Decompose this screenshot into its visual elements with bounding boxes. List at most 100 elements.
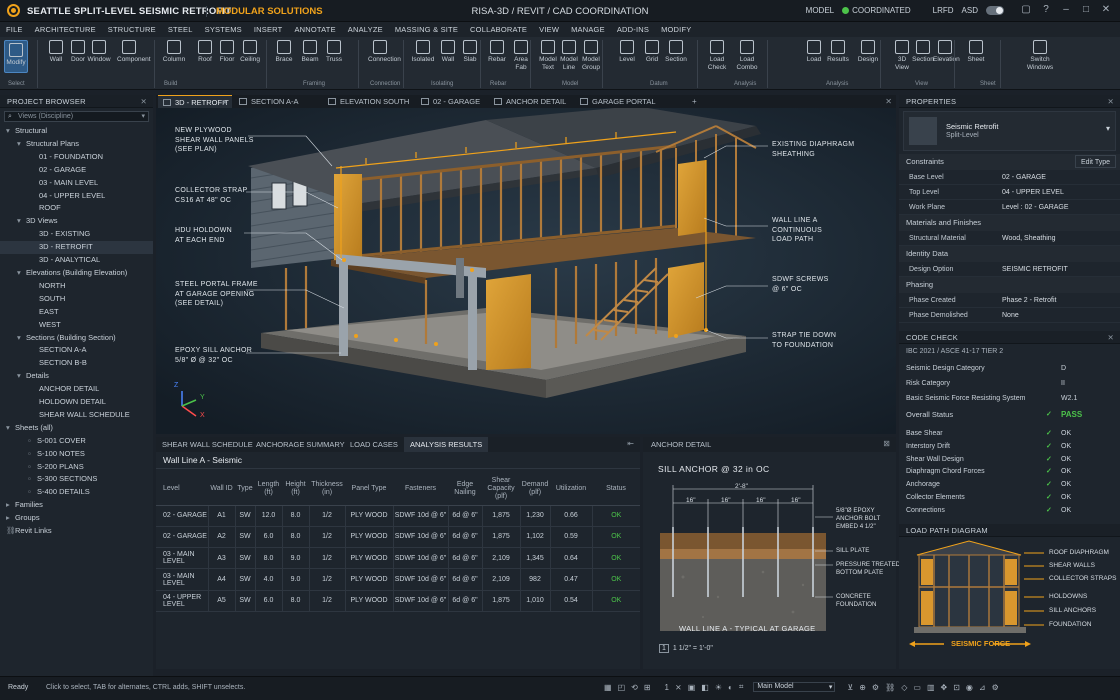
schedule-tab-load-cases[interactable]: LOAD CASES [350,437,398,452]
column-header[interactable]: Panel Type [345,473,393,506]
column-header[interactable]: Thickness (in) [309,473,345,506]
column-header[interactable]: Status [592,473,640,506]
property-section-header[interactable]: Constraints Edit Type [899,154,1120,170]
model-group-button[interactable]: Model Group [579,40,603,72]
menu-add-ins[interactable]: ADD-INS [611,22,655,37]
anchor-detail-tab[interactable]: ANCHOR DETAIL [651,437,711,452]
property-row[interactable]: Phase Demolished None [899,308,1120,323]
slab-button[interactable]: Slab [458,40,482,64]
tree-expander-icon[interactable]: ▸ [6,499,15,512]
tree-item[interactable]: 02 - GARAGE [0,164,153,177]
tree-item[interactable]: 3D - RETROFIT [0,241,153,255]
tree-expander-icon[interactable]: ▾ [17,332,26,345]
grid-button[interactable]: Grid [640,40,664,64]
tree-expander-icon[interactable]: ▾ [6,422,15,435]
tree-item[interactable]: NORTH [0,280,153,293]
crop-icon[interactable]: ⌗ [739,682,744,692]
window-button[interactable]: Window [87,40,111,64]
view-tab-anchor-detail[interactable]: ANCHOR DETAIL [489,95,573,108]
close-view-icon[interactable]: ✕ [885,95,892,108]
tree-item[interactable]: 3D - ANALYTICAL [0,254,153,267]
isolated-footing-button[interactable]: Isolated [411,40,435,64]
wall-button[interactable]: Wall [44,40,68,64]
close-code-check-icon[interactable]: ✕ [1108,331,1114,344]
lrfd-label[interactable]: LRFD [933,6,954,15]
tree-item[interactable]: SECTION A-A [0,344,153,357]
lock-icon[interactable]: ⊡ [953,683,960,692]
select-underlay-icon[interactable]: ◇ [901,683,907,692]
select-face-icon[interactable]: ▥ [927,683,935,692]
truss-button[interactable]: Truss [322,40,346,64]
design-button[interactable]: Design [856,40,880,64]
property-row[interactable]: Phase Created Phase 2 - Retrofit [899,293,1120,308]
settings-icon[interactable]: ⚙ [992,683,999,692]
comment-icon[interactable]: ▢ [1020,4,1032,16]
tree-item[interactable]: ▫ S-100 NOTES [0,448,153,461]
switch-windows-button[interactable]: Switch Windows [1023,40,1057,72]
tree-item[interactable]: ▾ Sections (Building Section) [0,332,153,345]
ruler-icon[interactable]: ⊿ [979,683,986,692]
tree-item[interactable]: ▾ Sheets (all) [0,422,153,435]
column-button[interactable]: Column [162,40,186,64]
help-icon[interactable]: ? [1040,4,1052,16]
tree-item[interactable]: ▾ Structural [0,125,153,138]
property-section-header[interactable]: Identity Data [899,246,1120,262]
view-tab-02-garage[interactable]: 02 - GARAGE [416,95,487,108]
tree-item[interactable]: SHEAR WALL SCHEDULE [0,409,153,422]
menu-massing-site[interactable]: MASSING & SITE [389,22,464,37]
tree-item[interactable]: ▫ S-300 SECTIONS [0,473,153,486]
schedule-tab-anchorage-summary[interactable]: ANCHORAGE SUMMARY [256,437,345,452]
property-value[interactable]: SEISMIC RETROFIT [1002,262,1068,277]
menu-collaborate[interactable]: COLLABORATE [464,22,533,37]
property-row[interactable]: Base Level 02 - GARAGE [899,170,1120,185]
menu-view[interactable]: VIEW [533,22,565,37]
tree-expander-icon[interactable]: ▾ [17,138,26,151]
view-tab-3d-retrofit[interactable]: 3D - RETROFIT ✕ [158,95,232,108]
component-button[interactable]: Component [117,40,151,64]
column-header[interactable]: Level [156,473,208,506]
column-header[interactable]: Demand (plf) [520,473,550,506]
tree-expander-icon[interactable]: ▾ [17,215,26,228]
3d-viewport[interactable]: NEW PLYWOOD SHEAR WALL PANELS (SEE PLAN)… [156,108,896,434]
shadows-icon[interactable]: ◐ [728,683,733,692]
editable-icon[interactable]: ⚙ [872,683,879,692]
schedule-tab-analysis-results[interactable]: ANALYSIS RESULTS [404,437,489,452]
tree-item[interactable]: ▸ Families [0,499,153,512]
section-button[interactable]: Section [664,40,688,64]
beam-button[interactable]: Beam [298,40,322,64]
menu-annotate[interactable]: ANNOTATE [288,22,341,37]
tree-item[interactable]: ▸ Groups [0,512,153,525]
table-row[interactable]: 03 - MAIN LEVEL A3 SW 8.0 9.0 1/2 PLY WOOD SDWF… [156,547,640,570]
design-options-icon[interactable]: ◰ [618,683,626,692]
brace-button[interactable]: Brace [272,40,296,64]
tree-item[interactable]: ▫ S-400 DETAILS [0,486,153,499]
sync-icon[interactable]: ⟲ [631,683,638,692]
view-tab-elevation-south[interactable]: ELEVATION SOUTH [323,95,414,108]
floor-button[interactable]: Floor [215,40,239,64]
tree-item[interactable]: ▾ 3D Views [0,215,153,228]
load-button[interactable]: Load [802,40,826,64]
column-header[interactable]: Utilization [550,473,592,506]
rebar-button[interactable]: Rebar [485,40,509,64]
table-row[interactable]: 04 - UPPER LEVEL A5 SW 6.0 8.0 1/2 PLY WOOD SDW… [156,590,640,612]
sheet-button[interactable]: Sheet [964,40,988,64]
pin-icon[interactable]: ⊕ [859,683,866,692]
menu-manage[interactable]: MANAGE [565,22,611,37]
minimize-icon[interactable]: – [1060,4,1072,16]
worksharing-icon[interactable]: ⊞ [644,683,651,692]
tree-item[interactable]: WEST [0,319,153,332]
tree-item[interactable]: 01 - FOUNDATION [0,151,153,164]
drag-icon[interactable]: ✥ [941,683,948,692]
load-combo-button[interactable]: Load Combo [735,40,759,72]
menu-steel[interactable]: STEEL [162,22,199,37]
detail-level-icon[interactable]: ▣ [688,683,696,692]
scale-value[interactable]: 1 [665,683,669,692]
tree-item[interactable]: 03 - MAIN LEVEL [0,177,153,190]
property-row[interactable]: Structural Material Wood, Sheathing [899,231,1120,246]
tree-expander-icon[interactable]: ▾ [6,125,15,138]
property-value[interactable]: 04 - UPPER LEVEL [1002,185,1064,200]
model-select[interactable]: Main Model ▾ [753,682,836,692]
tree-expander-icon[interactable]: ▸ [6,512,15,525]
column-header[interactable]: Height (ft) [282,473,309,506]
tree-item[interactable]: 3D - EXISTING [0,228,153,241]
